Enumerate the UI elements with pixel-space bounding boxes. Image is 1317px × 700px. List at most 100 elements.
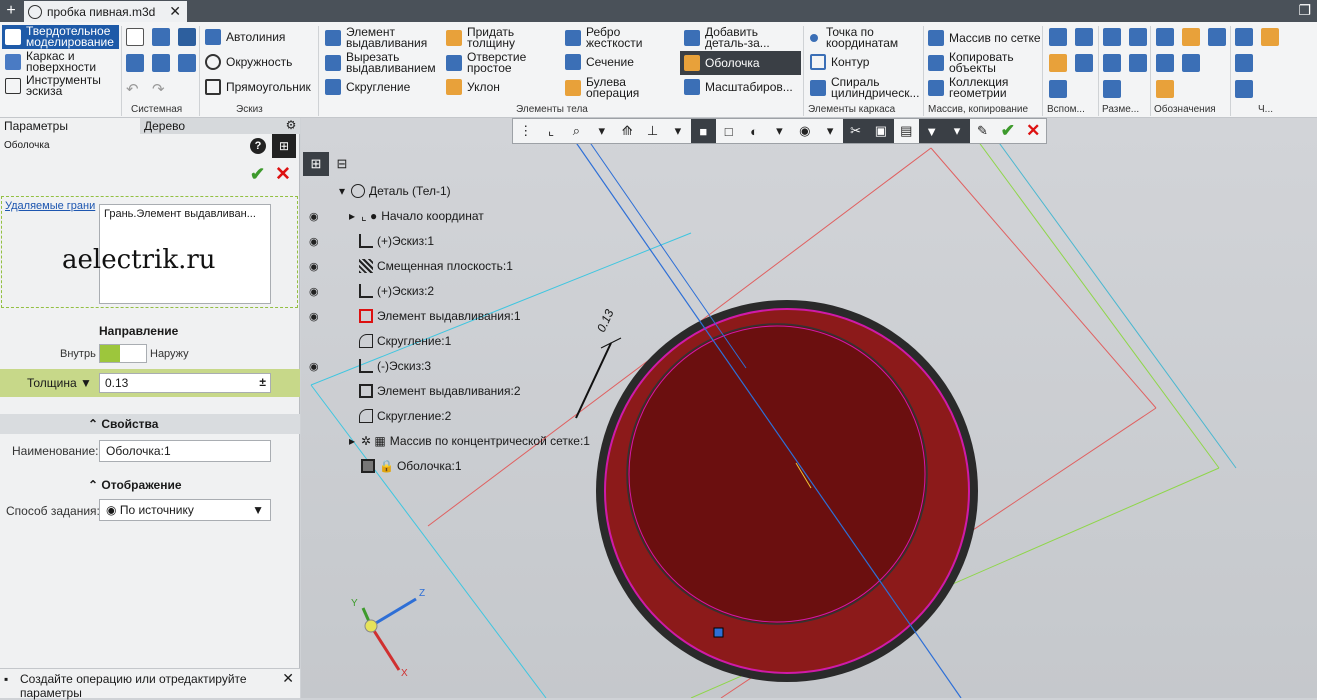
eye-icon[interactable]: ◉ (309, 285, 319, 298)
mode-select[interactable]: ◉ По источнику ▼ (99, 499, 271, 521)
eye-icon[interactable]: ◉ (309, 210, 319, 223)
autoline-button[interactable]: Автолиния (205, 29, 285, 45)
section-button[interactable]: Сечение (565, 54, 634, 70)
model-viewport[interactable]: 0.13 Z Y X ⋮ ⌞ ⌕ ▾ ⟰ ⊥ ▾ ■ □ ◐ ▾ ◉ ▾ ✂ ▣… (301, 118, 1317, 698)
orientation-icon[interactable]: ⟰ (615, 119, 640, 143)
eye-icon[interactable]: ◉ (309, 260, 319, 273)
thickness-input[interactable]: 0.13 ± (99, 373, 271, 393)
leader-icon[interactable] (1156, 28, 1174, 46)
tree-toggle-icon[interactable]: ⊞ (272, 134, 296, 158)
circle-button[interactable]: Окружность (205, 54, 292, 70)
geometry-collection-button[interactable]: Коллекция геометрии (928, 76, 1018, 99)
cut-extrude-button[interactable]: Вырезать выдавливанием (325, 51, 437, 74)
eye-icon[interactable]: ◉ (309, 235, 319, 248)
zoom-icon[interactable]: ⌕ (564, 119, 589, 143)
expand-arrow-icon[interactable]: ▾ (339, 184, 345, 198)
tree-item-offset-plane[interactable]: ◉ Смещенная плоскость:1 (309, 256, 513, 276)
tree-item-extrude2[interactable]: Элемент выдавливания:2 (359, 381, 521, 401)
chevron-down-icon[interactable]: ▾ (665, 119, 690, 143)
expand-arrow-icon[interactable]: ▸ (349, 209, 355, 223)
spec-icon[interactable] (1261, 28, 1279, 46)
axes-icon[interactable]: ⊥ (640, 119, 665, 143)
point-coords-button[interactable]: Точка по координатам (810, 26, 920, 49)
angle-dim-icon[interactable] (1129, 28, 1147, 46)
measure-icon[interactable] (1235, 28, 1253, 46)
thickness-label[interactable]: Толщина ▼ (27, 376, 92, 390)
draft-button[interactable]: Уклон (446, 79, 500, 95)
diameter-dim-icon[interactable] (1129, 54, 1147, 72)
close-icon[interactable]: ✕ (282, 671, 294, 685)
removed-faces-link[interactable]: Удаляемые грани (5, 200, 95, 212)
ok-button[interactable]: ✔ (250, 164, 265, 185)
rectangle-button[interactable]: Прямоугольник (205, 79, 311, 95)
display-mode-icon[interactable]: ▣ (868, 119, 894, 143)
check-icon[interactable] (1235, 54, 1253, 72)
gear-icon[interactable]: ⚙ (282, 118, 300, 134)
name-field[interactable]: Оболочка:1 (99, 440, 271, 462)
mode-sketch-tools[interactable]: Инструменты эскиза (2, 74, 119, 97)
thicken-button[interactable]: Придать толщину (446, 26, 546, 49)
sketch-view-icon[interactable]: ⌞ (538, 119, 563, 143)
camera-icon[interactable] (1075, 54, 1093, 72)
window-restore-icon[interactable]: ❐ (1298, 2, 1311, 19)
shaded-cube-icon[interactable]: ■ (690, 119, 716, 143)
tab-parameters[interactable]: Параметры (0, 118, 140, 134)
eye-icon[interactable]: ◉ (309, 360, 319, 373)
plus-minus-icon[interactable]: ± (259, 375, 266, 389)
close-tab-icon[interactable]: ✕ (169, 3, 181, 20)
tree-item-part[interactable]: ▾ Деталь (Тел-1) (339, 181, 451, 201)
tree-list-icon[interactable]: ⊟ (329, 152, 355, 176)
radius-dim-icon[interactable] (1103, 54, 1121, 72)
fillet-button[interactable]: Скругление (325, 79, 410, 95)
tree-item-fillet2[interactable]: Скругление:2 (359, 406, 451, 426)
tree-item-sketch1[interactable]: ◉ (+)Эскиз:1 (309, 231, 434, 251)
rib-button[interactable]: Ребро жесткости (565, 26, 675, 49)
cancel-icon[interactable]: ✕ (1021, 119, 1046, 143)
add-part-button[interactable]: Добавить деталь-за... (684, 26, 796, 49)
display-title[interactable]: ⌃ Отображение (88, 478, 182, 492)
eye-icon[interactable]: ◉ (309, 310, 319, 323)
save-icon[interactable] (178, 28, 196, 46)
visibility-icon[interactable]: ◉ (792, 119, 817, 143)
contour-button[interactable]: Контур (810, 54, 869, 70)
dimension-icon[interactable] (1103, 28, 1121, 46)
chevron-down-icon[interactable]: ▾ (767, 119, 792, 143)
tree-item-sketch2[interactable]: ◉ (+)Эскиз:2 (309, 281, 434, 301)
helix-button[interactable]: Спираль цилиндрическ... (810, 76, 920, 99)
hide-icon[interactable]: ◐ (741, 119, 766, 143)
mark-icon[interactable] (1156, 80, 1174, 98)
export-icon[interactable] (1235, 80, 1253, 98)
plane-icon[interactable] (1049, 28, 1067, 46)
tab-tree[interactable]: Дерево (140, 118, 282, 134)
base-icon[interactable] (1208, 28, 1226, 46)
chevron-down-icon[interactable]: ▾ (944, 119, 970, 143)
tree-item-shell[interactable]: 🔒 Оболочка:1 (361, 456, 462, 476)
tree-item-origin[interactable]: ◉ ▸ ⌞ ● Начало координат (309, 206, 484, 226)
roughness-icon[interactable] (1182, 28, 1200, 46)
thread-icon[interactable] (1182, 54, 1200, 72)
expand-arrow-icon[interactable]: ▸ (349, 434, 355, 448)
cancel-button[interactable]: ✕ (275, 163, 291, 186)
aux-surface-icon[interactable] (1049, 54, 1067, 72)
redo-icon[interactable]: ↷ (152, 80, 170, 98)
tolerance-icon[interactable] (1156, 54, 1174, 72)
grid-array-button[interactable]: Массив по сетке (928, 30, 1041, 46)
preview-icon[interactable] (152, 54, 170, 72)
scale-button[interactable]: Масштабиров... (684, 79, 793, 95)
boolean-button[interactable]: Булева операция (565, 76, 675, 99)
mode-wireframe[interactable]: Каркас и поверхности (2, 50, 119, 73)
copy-objects-button[interactable]: Копировать объекты (928, 51, 1018, 74)
pipette-icon[interactable]: ✎ (970, 119, 995, 143)
document-tab[interactable]: пробка пивная.m3d ✕ (24, 1, 187, 22)
new-file-icon[interactable] (126, 28, 144, 46)
mode-solid-modeling[interactable]: Твердотельное моделирование (2, 25, 119, 49)
direction-toggle[interactable] (99, 344, 147, 363)
hole-button[interactable]: Отверстие простое (446, 51, 546, 74)
linear-dim-icon[interactable] (1103, 80, 1121, 98)
tree-item-sketch3[interactable]: ◉ (-)Эскиз:3 (309, 356, 431, 376)
properties-icon[interactable] (178, 54, 196, 72)
tree-item-circular-array[interactable]: ▸ ✲ ▦ Массив по концентрической сетке:1 (349, 431, 590, 451)
tree-structure-icon[interactable]: ⊞ (303, 152, 329, 176)
extrude-button[interactable]: Элемент выдавливания (325, 26, 435, 49)
chevron-down-icon[interactable]: ▾ (589, 119, 614, 143)
